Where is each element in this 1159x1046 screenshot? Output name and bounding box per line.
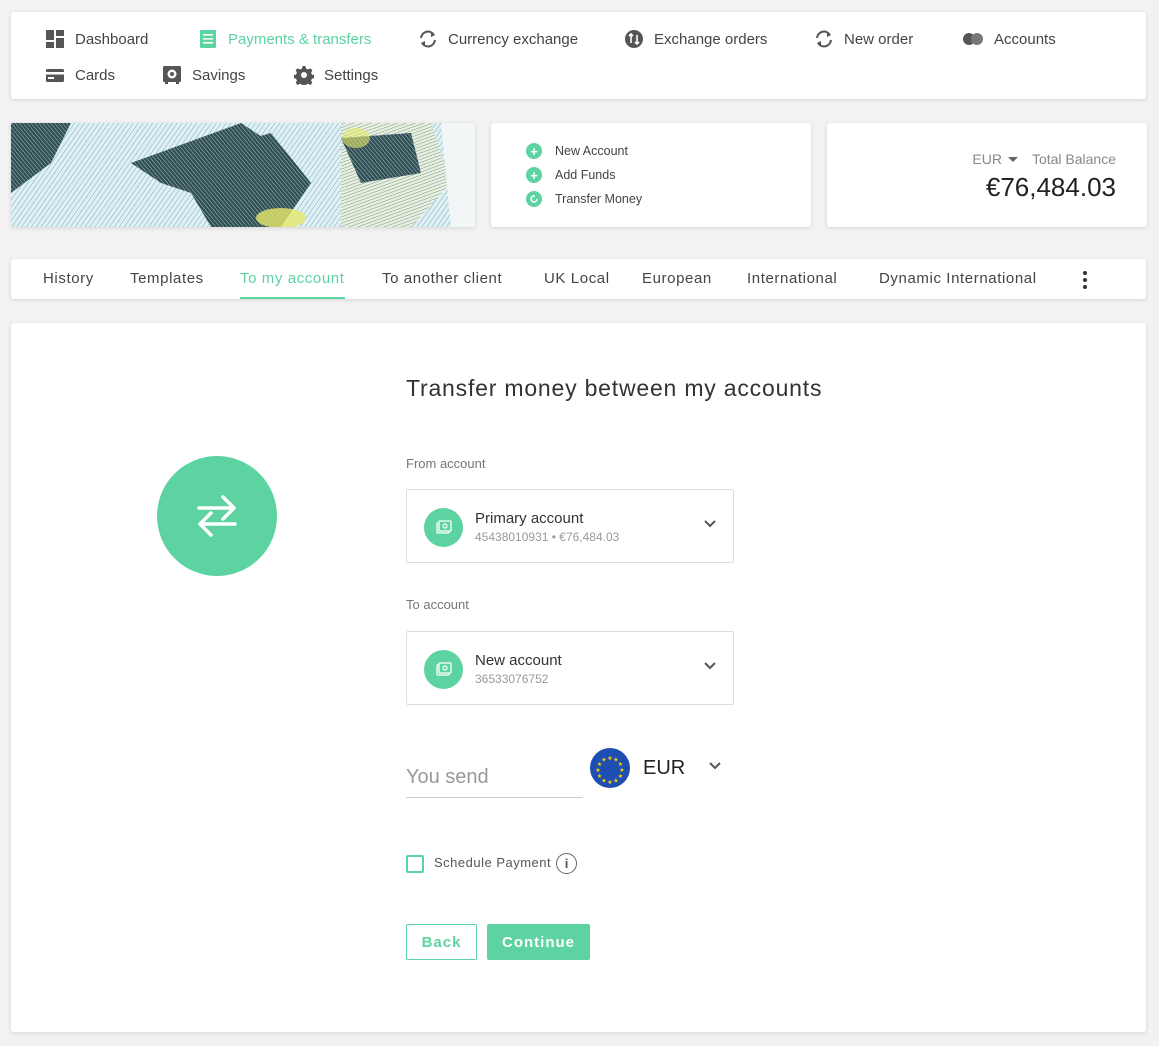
transfer-form-panel: Transfer money between my accounts From … (11, 323, 1146, 1032)
nav-label: Savings (192, 66, 246, 84)
tab-european[interactable]: European (642, 259, 712, 299)
transfer-money-action[interactable]: Transfer Money (526, 191, 642, 207)
nav-item-accounts[interactable]: Accounts (962, 28, 1056, 50)
exchange-orders-icon (625, 30, 643, 48)
send-amount-input[interactable] (406, 758, 583, 798)
to-account-details: 36533076752 (475, 672, 549, 686)
svg-text:★: ★ (613, 777, 618, 784)
plus-icon: + (526, 143, 542, 159)
transfer-tabs: History Templates To my account To anoth… (11, 259, 1146, 299)
nav-label: Payments & transfers (228, 30, 372, 48)
nav-label: Exchange orders (654, 30, 768, 48)
svg-text:★: ★ (607, 755, 612, 762)
banknote-illustration (11, 123, 475, 227)
nav-item-currency-exchange[interactable]: Currency exchange (418, 28, 578, 50)
nav-item-exchange-orders[interactable]: Exchange orders (624, 28, 767, 50)
page-title: Transfer money between my accounts (406, 375, 823, 401)
schedule-payment-checkbox[interactable] (406, 855, 424, 873)
nav-label: Accounts (994, 30, 1056, 48)
info-icon[interactable]: i (556, 853, 577, 874)
tab-uk-local[interactable]: UK Local (544, 259, 610, 299)
nav-item-dashboard[interactable]: Dashboard (45, 28, 148, 50)
refresh-icon (526, 191, 542, 207)
nav-label: Dashboard (75, 30, 149, 48)
from-account-name: Primary account (475, 510, 584, 527)
cards-icon (46, 69, 64, 82)
tab-to-another-client[interactable]: To another client (382, 259, 502, 299)
new-account-action[interactable]: + New Account (526, 143, 628, 159)
balance-currency-dropdown[interactable]: EUR (972, 151, 1018, 167)
chevron-down-icon (709, 762, 721, 770)
tab-history[interactable]: History (43, 259, 94, 299)
svg-text:★: ★ (595, 767, 600, 774)
to-account-label: To account (406, 597, 469, 612)
nav-label: Settings (324, 66, 379, 84)
transfer-money-label: Transfer Money (555, 192, 643, 206)
nav-label: Currency exchange (448, 30, 579, 48)
exchange-icon (420, 30, 436, 48)
account-icon (424, 650, 463, 689)
tab-templates[interactable]: Templates (130, 259, 204, 299)
to-account-name: New account (475, 652, 562, 669)
gear-icon (294, 66, 314, 85)
new-account-label: New Account (555, 144, 628, 158)
eu-flag-icon: ★ ★ ★ ★ ★ ★ ★ ★ ★ ★ ★ ★ (590, 748, 630, 788)
total-balance-label: Total Balance (1031, 151, 1116, 167)
send-currency-code: EUR (643, 756, 686, 779)
add-funds-action[interactable]: + Add Funds (526, 167, 615, 183)
tab-to-my-account[interactable]: To my account (240, 259, 345, 299)
nav-item-cards[interactable]: Cards (45, 64, 115, 86)
tab-international[interactable]: International (747, 259, 837, 299)
continue-button[interactable]: Continue (487, 924, 590, 960)
from-account-label: From account (406, 456, 486, 471)
svg-text:★: ★ (607, 779, 612, 786)
account-icon (424, 508, 463, 547)
total-balance-panel: EUR Total Balance €76,484.03 (827, 123, 1147, 227)
send-currency-select[interactable]: ★ ★ ★ ★ ★ ★ ★ ★ ★ ★ ★ ★ EUR (590, 748, 721, 788)
from-account-select[interactable]: Primary account 45438010931 • €76,484.03 (406, 489, 734, 563)
main-navigation: Dashboard Payments & transfers Currency … (11, 12, 1146, 99)
balance-currency: EUR (972, 151, 1002, 167)
back-button[interactable]: Back (406, 924, 477, 960)
nav-item-payments[interactable]: Payments & transfers (198, 28, 371, 50)
nav-item-savings[interactable]: Savings (162, 64, 245, 86)
nav-label: Cards (75, 66, 116, 84)
quick-actions-panel: + New Account + Add Funds Transfer Money (491, 123, 811, 227)
nav-item-settings[interactable]: Settings (294, 64, 378, 86)
savings-icon (163, 66, 181, 84)
payments-icon (200, 30, 216, 48)
svg-text:★: ★ (597, 773, 602, 780)
chevron-down-icon (704, 662, 716, 670)
more-options-icon[interactable] (1079, 271, 1091, 289)
chevron-down-icon (704, 520, 716, 528)
nav-item-new-order[interactable]: New order (814, 28, 913, 50)
from-account-details: 45438010931 • €76,484.03 (475, 530, 620, 544)
add-funds-label: Add Funds (555, 168, 616, 182)
dashboard-icon (46, 30, 64, 48)
plus-icon: + (526, 167, 542, 183)
banknote-banner-image (11, 123, 475, 227)
nav-label: New order (844, 30, 914, 48)
transfer-arrows-icon (157, 456, 277, 576)
total-balance-amount: €76,484.03 (985, 172, 1116, 202)
schedule-payment-label: Schedule Payment (434, 855, 552, 870)
new-order-icon (816, 30, 832, 48)
tab-dynamic-international[interactable]: Dynamic International (879, 259, 1037, 299)
to-account-select[interactable]: New account 36533076752 (406, 631, 734, 705)
caret-down-icon (1007, 156, 1018, 162)
accounts-icon (963, 33, 983, 45)
svg-text:★: ★ (601, 757, 606, 764)
